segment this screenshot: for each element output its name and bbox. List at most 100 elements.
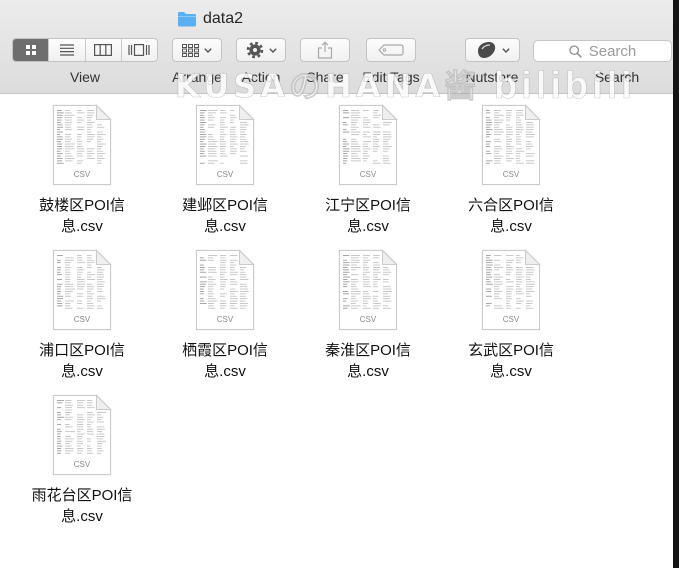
preview-line (87, 134, 95, 135)
preview-line (97, 431, 102, 433)
preview-line (526, 305, 531, 307)
file-item[interactable]: CSV 浦口区POI信 息.csv (12, 249, 152, 382)
preview-line (486, 274, 491, 276)
preview-line (77, 274, 82, 276)
preview-line (77, 262, 85, 264)
preview-line (516, 255, 520, 256)
preview-line (383, 150, 388, 152)
preview-line (351, 262, 360, 264)
csv-file-icon: CSV (53, 249, 112, 330)
preview-line (383, 155, 389, 157)
preview-line (57, 138, 63, 140)
preview-line (220, 153, 226, 155)
preview-line (87, 407, 95, 409)
preview-line (351, 150, 361, 152)
preview-line (208, 148, 216, 150)
preview-line (87, 428, 94, 430)
file-type-badge: CSV (74, 460, 91, 469)
preview-line (494, 148, 503, 150)
file-item[interactable]: CSV 雨花台区POI信 息.csv (12, 394, 152, 527)
preview-line (526, 153, 535, 155)
preview-line (97, 414, 102, 416)
preview-line (363, 295, 371, 297)
preview-line (97, 146, 103, 147)
preview-line (506, 119, 511, 121)
preview-line (486, 162, 490, 164)
preview-line (208, 255, 218, 256)
preview-line (230, 288, 236, 290)
file-item[interactable]: CSV 玄武区POI信 息.csv (441, 249, 581, 382)
preview-line (506, 117, 510, 119)
preview-line (77, 259, 83, 261)
preview-line (87, 438, 91, 440)
preview-line (240, 126, 247, 128)
preview-line (516, 131, 523, 133)
preview-line (65, 414, 70, 416)
preview-line (240, 129, 247, 131)
preview-line (77, 129, 85, 131)
preview-line (494, 255, 502, 256)
preview-line (486, 303, 492, 304)
preview-line (373, 303, 381, 304)
preview-line (230, 305, 235, 307)
preview-line (343, 274, 348, 276)
file-name-line: 建邺区POI信 (182, 197, 268, 214)
preview-line (494, 264, 501, 266)
preview-line (220, 276, 225, 278)
preview-line (506, 143, 511, 145)
preview-line (373, 276, 378, 278)
file-item[interactable]: CSV 江宁区POI信 息.csv (298, 104, 438, 237)
preview-line (77, 438, 82, 440)
preview-line (97, 428, 105, 430)
preview-line (65, 293, 71, 295)
preview-line (230, 110, 235, 111)
file-item[interactable]: CSV 栖霞区POI信 息.csv (155, 249, 295, 382)
preview-line (200, 122, 207, 123)
preview-line (230, 122, 234, 123)
preview-line (516, 141, 521, 143)
preview-line (516, 136, 521, 138)
preview-line (200, 136, 207, 138)
file-item[interactable]: CSV 建邺区POI信 息.csv (155, 104, 295, 237)
preview-line (506, 136, 510, 138)
preview-line (240, 267, 247, 268)
preview-line (230, 295, 237, 297)
preview-line (65, 117, 72, 119)
preview-line (240, 141, 249, 143)
preview-line (220, 262, 226, 264)
preview-line (351, 146, 361, 147)
preview-line (208, 303, 215, 304)
preview-line (87, 141, 92, 143)
preview-line (526, 307, 534, 309)
file-item[interactable]: CSV 六合区POI信 息.csv (441, 104, 581, 237)
preview-line (373, 267, 381, 268)
file-type-badge: CSV (360, 315, 377, 324)
preview-line (240, 307, 246, 309)
preview-line (516, 267, 523, 268)
preview-line (57, 305, 63, 307)
preview-line (57, 274, 62, 276)
file-name-line: 鼓楼区POI信 (39, 197, 125, 214)
preview-line (200, 267, 205, 268)
file-item[interactable]: CSV 秦淮区POI信 息.csv (298, 249, 438, 382)
preview-line (494, 305, 502, 307)
preview-line (97, 288, 102, 290)
preview-line (208, 110, 218, 111)
preview-line (506, 286, 514, 288)
preview-line (363, 155, 370, 157)
preview-line (220, 148, 226, 150)
preview-line (220, 119, 225, 121)
csv-file-icon: CSV (53, 104, 112, 185)
preview-line (486, 259, 493, 261)
preview-line (230, 274, 238, 276)
file-item[interactable]: CSV 鼓楼区POI信 息.csv (12, 104, 152, 237)
preview-line (343, 146, 347, 147)
preview-line (220, 124, 225, 126)
preview-line (77, 269, 85, 271)
preview-line (77, 117, 83, 119)
preview-line (240, 136, 246, 138)
preview-line (200, 119, 205, 121)
preview-line (373, 146, 380, 147)
preview-line (494, 307, 504, 309)
preview-line (373, 307, 379, 309)
